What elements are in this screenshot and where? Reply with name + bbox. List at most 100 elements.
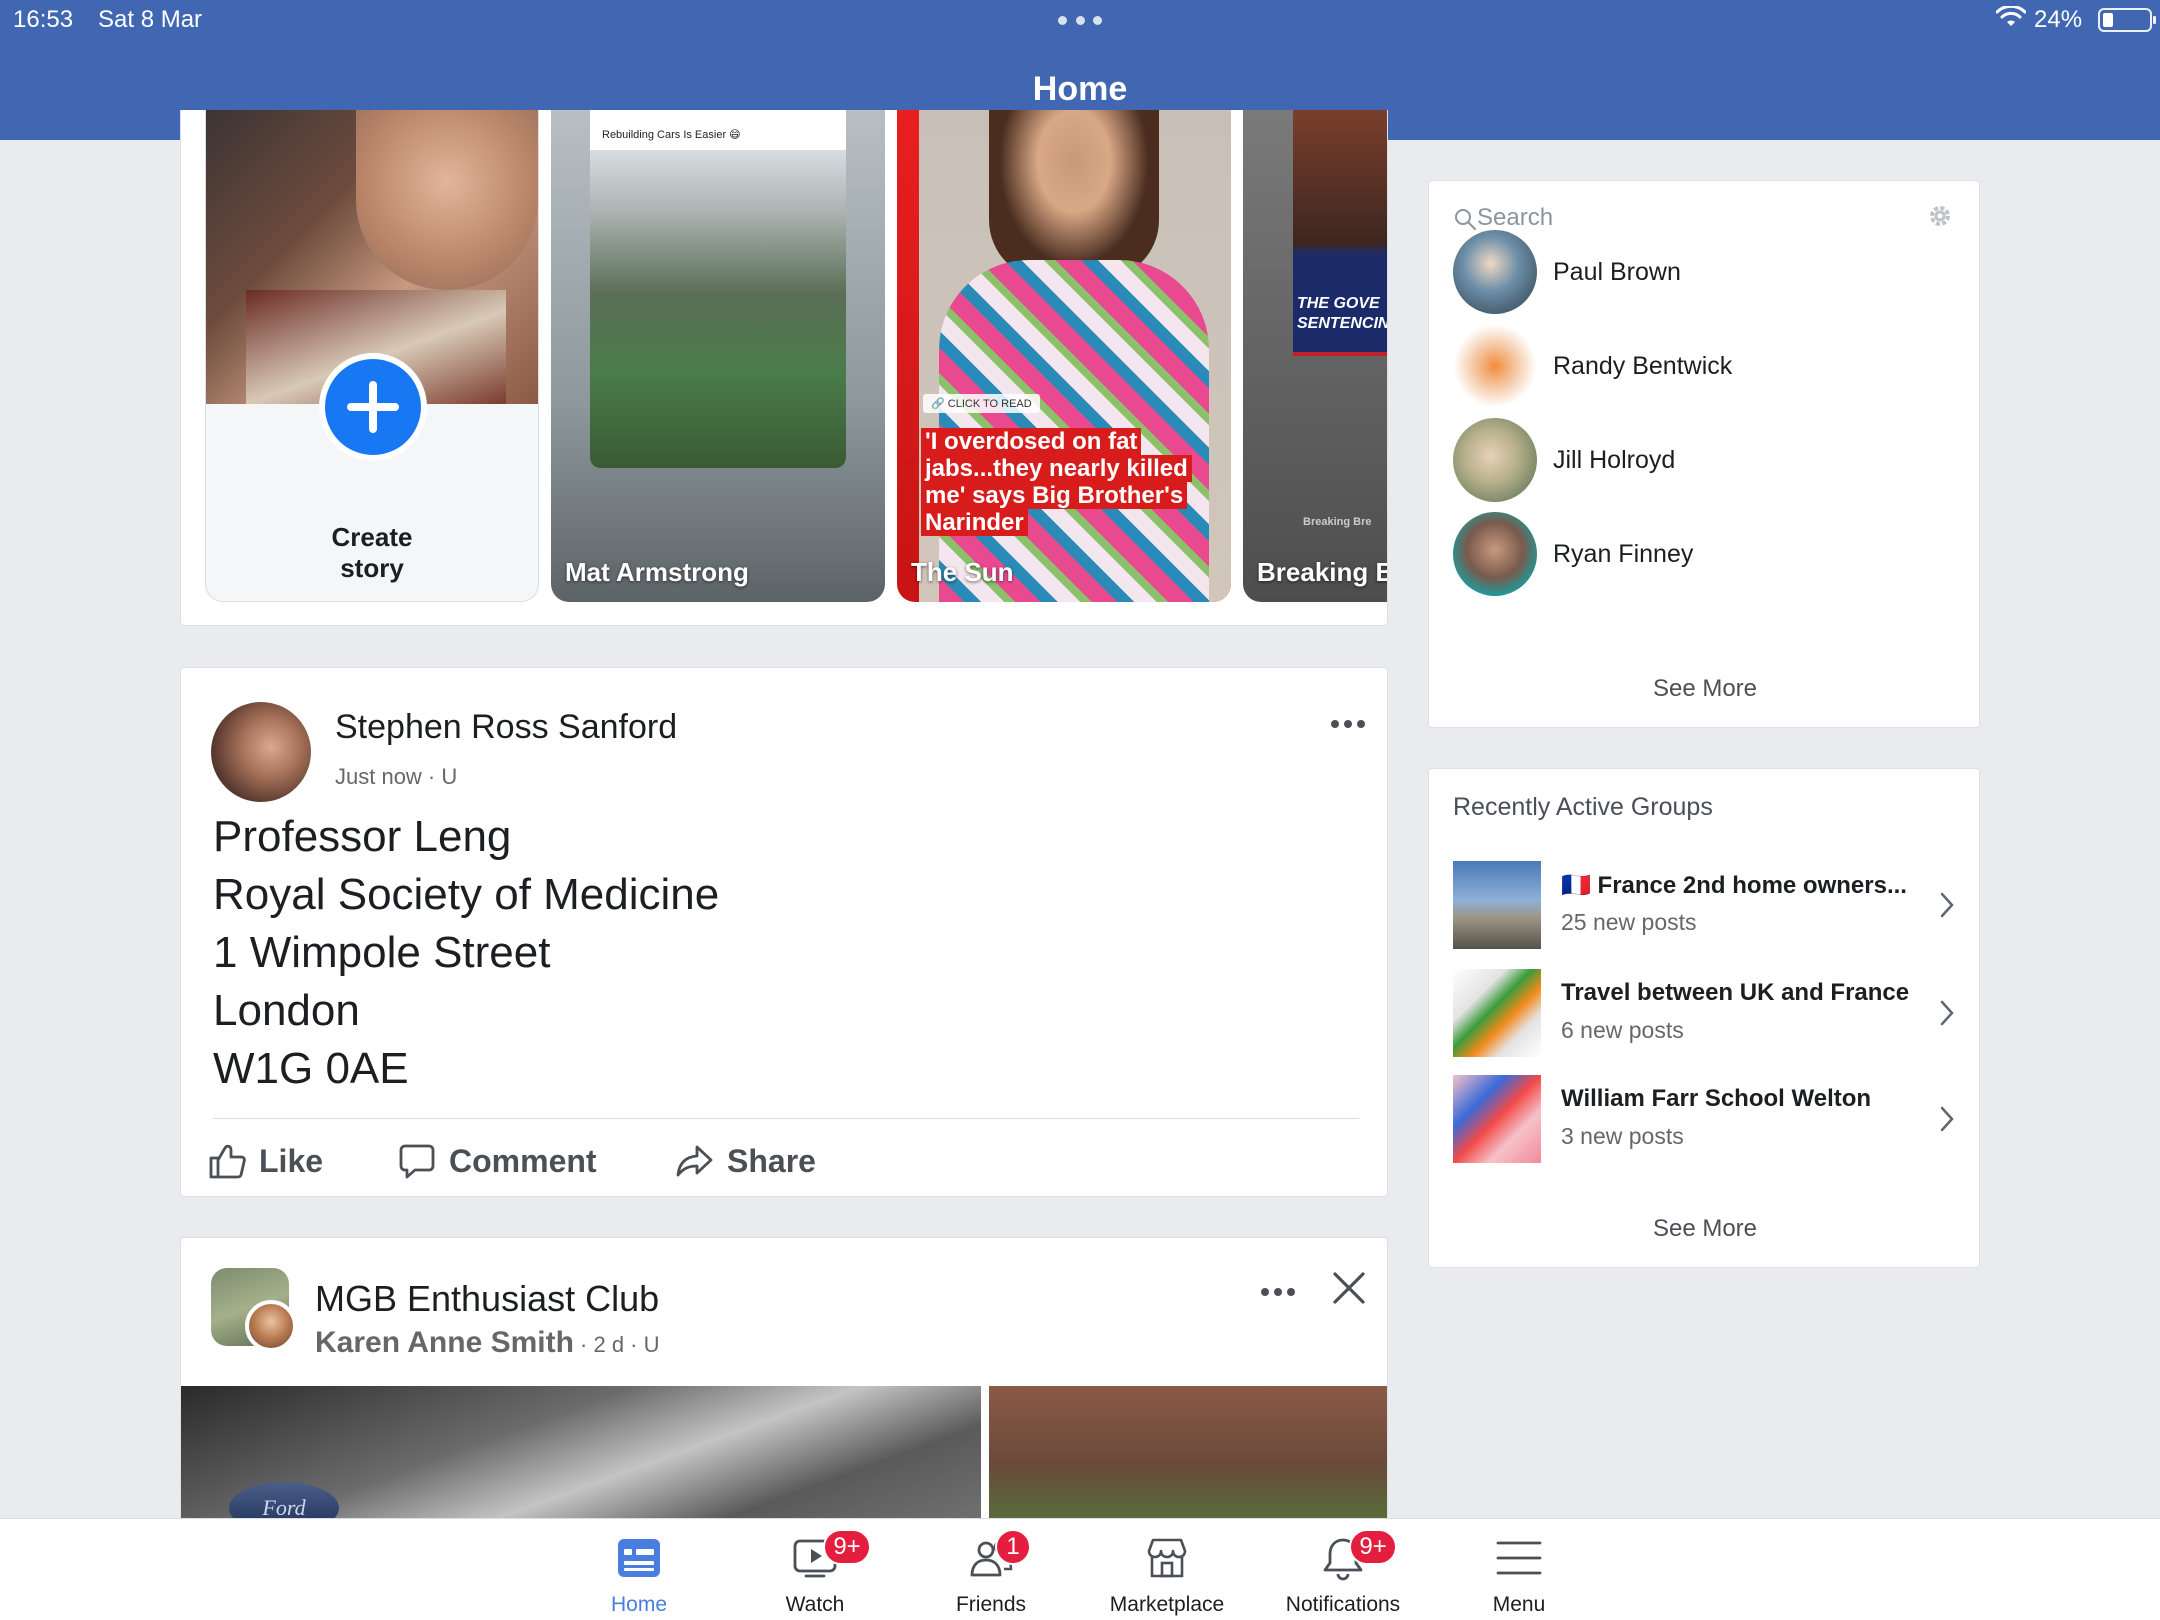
contact-item[interactable]: Randy Bentwick [1453,323,1963,409]
tab-menu[interactable]: Menu [1431,1519,1607,1620]
story-breaking[interactable]: THE GOVE SENTENCING Breaking Bre Breakin… [1243,110,1387,602]
groups-panel: Recently Active Groups 🇫🇷 France 2nd hom… [1428,768,1980,1268]
friends-badge: 1 [995,1529,1031,1565]
share-button[interactable]: Share [675,1136,816,1186]
create-story-label: Create story [331,522,413,583]
multitask-dots-icon[interactable] [1058,10,1102,30]
comment-icon [399,1144,435,1179]
story-mat-armstrong[interactable]: Rebuilding Cars Is Easier 😄 Mat Armstron… [551,110,885,602]
group-thumbnail [1453,861,1541,949]
chevron-right-icon [1940,1000,1954,1026]
divider [213,1118,1359,1119]
comment-label: Comment [449,1142,597,1179]
tab-label: Marketplace [1109,1593,1225,1616]
thumbs-up-icon [209,1144,246,1179]
story-name: Breaking Br [1257,557,1387,587]
story-name: Mat Armstrong [565,557,749,587]
story-headline: 'I overdosed on fat jabs...they nearly k… [921,428,1211,536]
contact-item[interactable]: Jill Holroyd [1453,417,1963,503]
watch-badge: 9+ [823,1529,871,1565]
group-new-posts: 25 new posts [1561,909,1697,935]
group-name: 🇫🇷 France 2nd home owners... [1561,872,1907,899]
plus-icon [347,381,399,433]
contact-item[interactable]: Paul Brown [1453,229,1963,315]
story-preview: Rebuilding Cars Is Easier 😄 [590,110,846,468]
tab-label: Friends [955,1593,1027,1616]
click-to-read-tag: 🔗 CLICK TO READ [923,394,1040,413]
post-line: Professor Leng [213,812,512,861]
tab-label: Menu [1492,1593,1546,1616]
chevron-right-icon [1940,1106,1954,1132]
group-thumbnail [1453,1075,1541,1163]
story-the-sun[interactable]: 🔗 CLICK TO READ 'I overdosed on fat jabs… [897,110,1231,602]
post-author[interactable]: Karen Anne Smith [315,1326,574,1359]
groups-see-more-button[interactable]: See More [1429,1215,1981,1243]
bottom-tab-bar: Home 9+ Watch 1 Friends Marketplace 9+ N… [0,1518,2160,1620]
groups-title: Recently Active Groups [1453,793,1713,821]
contacts-see-more-button[interactable]: See More [1429,675,1981,703]
group-new-posts: 3 new posts [1561,1123,1684,1149]
post-line: 1 Wimpole Street [213,928,551,977]
gear-icon[interactable] [1925,201,1955,231]
post-meta: Karen Anne Smith · 2 d · U [315,1326,660,1360]
add-story-button[interactable] [319,353,427,461]
group-item[interactable]: William Farr School Welton 3 new posts [1453,1075,1963,1163]
tab-notifications[interactable]: 9+ Notifications [1255,1519,1431,1620]
contact-name: Randy Bentwick [1553,351,1733,380]
tab-label: Home [610,1593,668,1616]
contact-name: Jill Holroyd [1553,445,1676,474]
avatar [1453,512,1537,596]
post-line: W1G 0AE [213,1044,409,1093]
group-item[interactable]: Travel between UK and France 6 new posts [1453,969,1963,1057]
more-options-icon[interactable] [1331,720,1365,728]
create-story-card[interactable]: Create story [205,110,539,602]
avatar [1453,418,1537,502]
avatar[interactable] [211,702,311,802]
post-line: Royal Society of Medicine [213,870,720,919]
group-item[interactable]: 🇫🇷 France 2nd home owners... 25 new post… [1453,861,1963,949]
story-overlay-text: THE GOVE SENTENCING [1297,295,1387,332]
post-body: Professor Leng Royal Society of Medicine… [213,808,719,1098]
post-meta: Just now · U [335,764,458,789]
post-time: · 2 d · U [573,1332,660,1357]
avatar [1453,230,1537,314]
post-line: London [213,986,360,1035]
home-feed-icon [618,1539,660,1577]
status-time: 16:53 [13,6,74,33]
avatar [1453,324,1537,408]
story-caption: Rebuilding Cars Is Easier 😄 [602,129,741,141]
group-new-posts: 6 new posts [1561,1017,1684,1043]
close-icon[interactable] [1331,1270,1367,1306]
group-name[interactable]: MGB Enthusiast Club [315,1278,659,1320]
battery-icon [2098,8,2156,32]
contact-item[interactable]: Ryan Finney [1453,511,1963,597]
story-name: The Sun [911,557,1014,587]
group-name: Travel between UK and France [1561,979,1910,1006]
share-label: Share [727,1142,816,1179]
tab-watch[interactable]: 9+ Watch [727,1519,903,1620]
tab-friends[interactable]: 1 Friends [903,1519,1079,1620]
wifi-icon [1996,6,2026,26]
search-icon [1455,209,1476,230]
group-name: William Farr School Welton [1561,1085,1872,1112]
battery-percentage: 24% [2034,6,2083,33]
comment-button[interactable]: Comment [397,1136,597,1186]
more-options-icon[interactable] [1261,1288,1295,1296]
post-author[interactable]: Stephen Ross Sanford [335,708,677,747]
post-card: Stephen Ross Sanford Just now · U Profes… [180,667,1388,1197]
hamburger-menu-icon [1496,1541,1542,1575]
tab-label: Notifications [1285,1593,1401,1616]
like-button[interactable]: Like [207,1136,323,1186]
avatar[interactable] [245,1300,297,1352]
stories-tray: Create story Rebuilding Cars Is Easier 😄… [180,110,1388,626]
story-subtitle: Breaking Bre [1303,516,1372,528]
page-title: Home [1032,70,1128,108]
tab-marketplace[interactable]: Marketplace [1079,1519,1255,1620]
chevron-right-icon [1940,892,1954,918]
marketplace-store-icon [1147,1538,1187,1578]
like-label: Like [259,1142,324,1179]
contact-name: Paul Brown [1553,257,1681,286]
tab-home[interactable]: Home [551,1519,727,1620]
contacts-panel: Paul Brown Randy Bentwick Jill Holroyd R… [1428,180,1980,728]
group-thumbnail [1453,969,1541,1057]
